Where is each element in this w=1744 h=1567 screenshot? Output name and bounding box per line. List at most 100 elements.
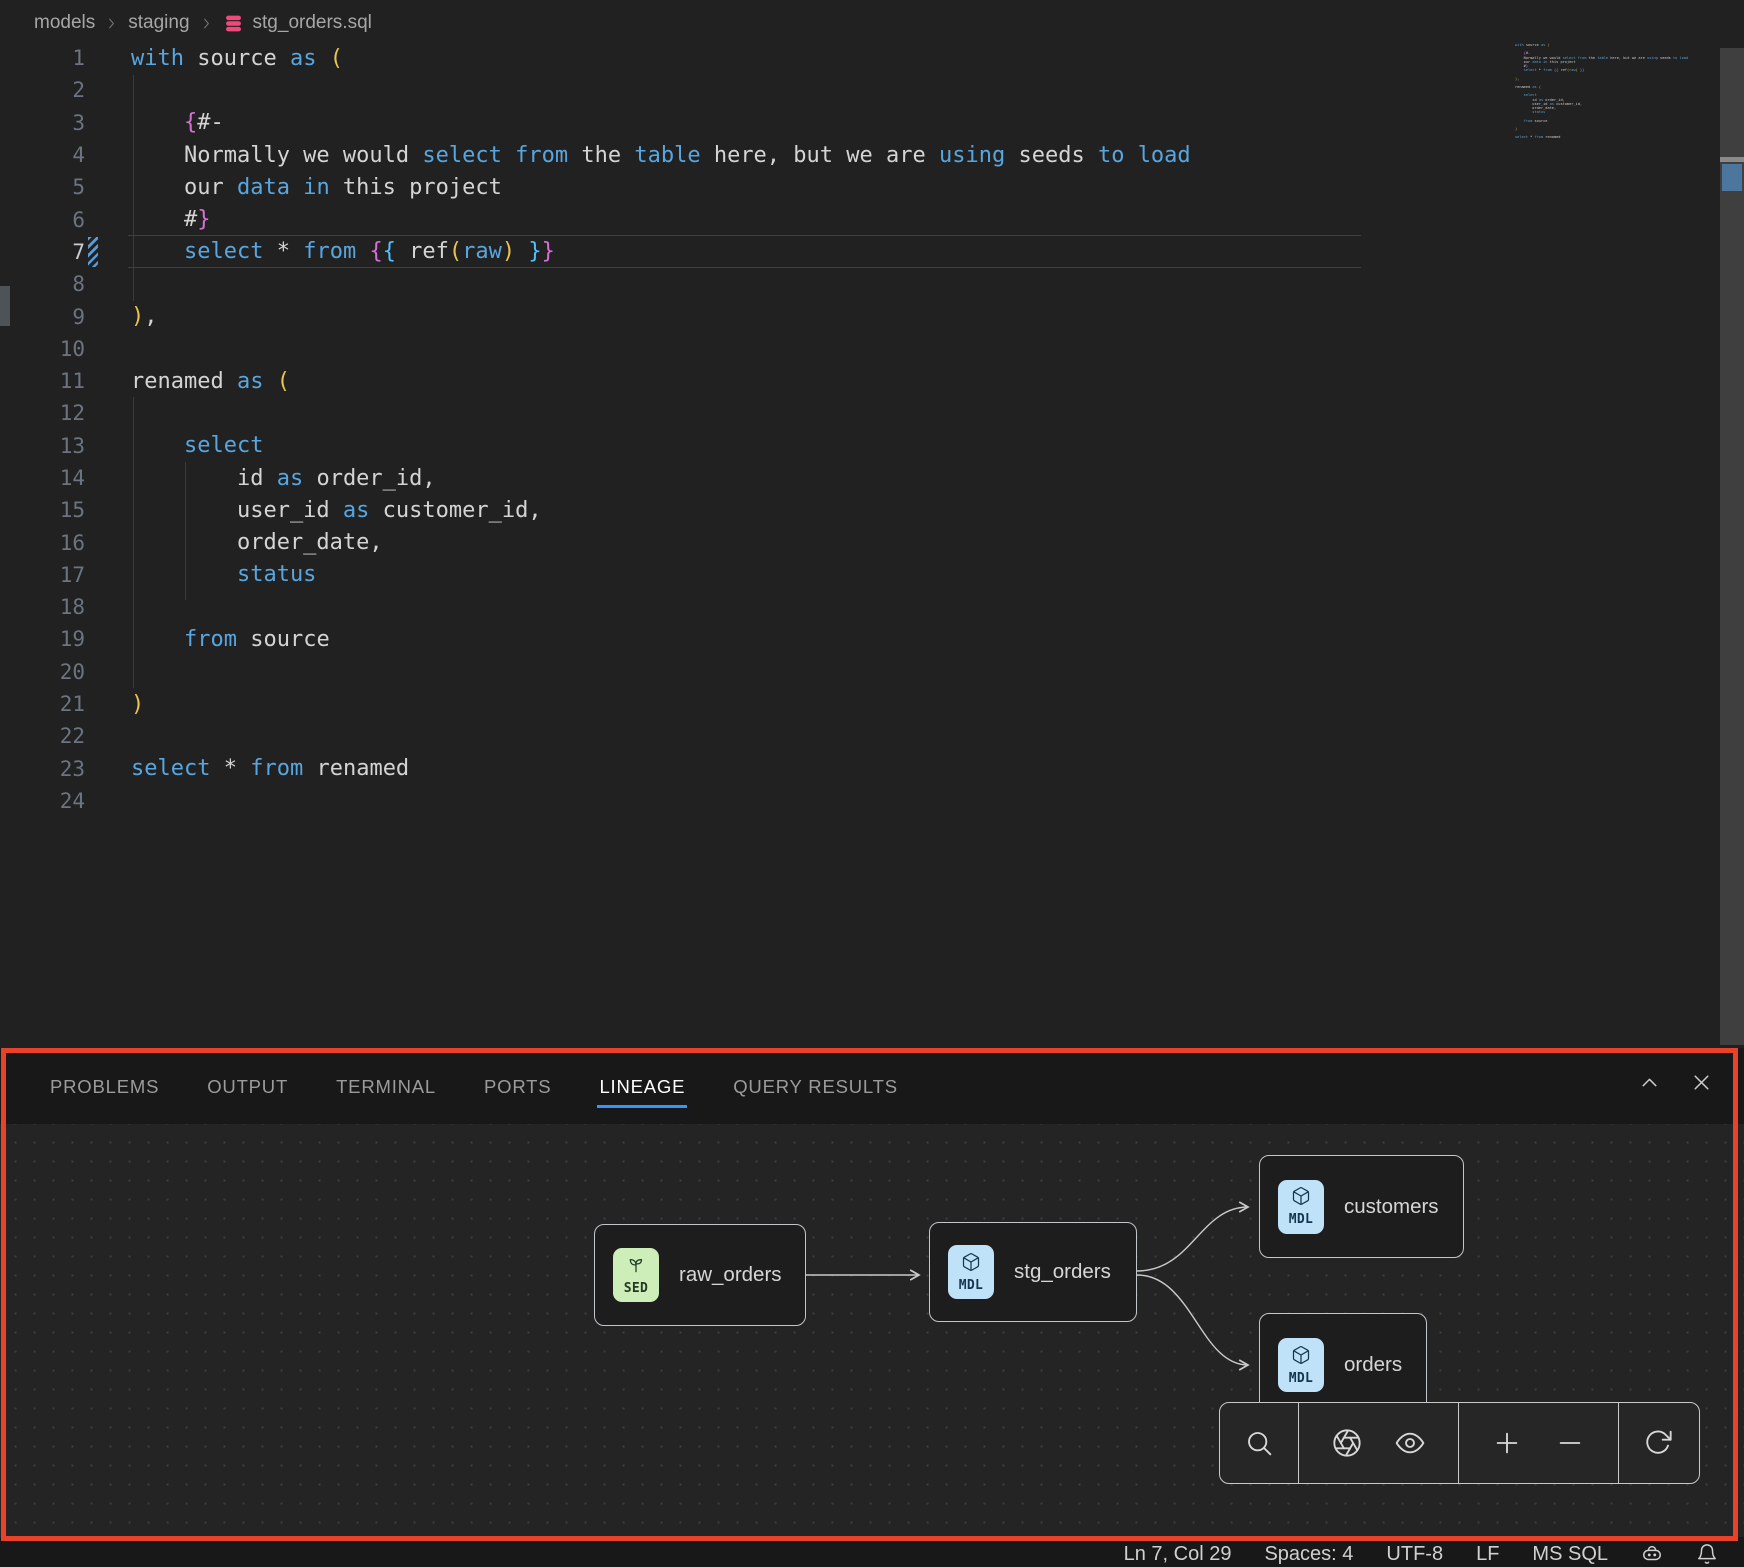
code-line-text: order_date, <box>85 530 383 555</box>
lineage-canvas[interactable]: SEDraw_ordersMDLstg_ordersMDLcustomersMD… <box>0 1124 1744 1537</box>
lineage-node-stg_orders[interactable]: MDL stg_orders <box>929 1222 1137 1322</box>
code-line-text: renamed as ( <box>85 369 290 394</box>
vscode-window: models staging stg_orders.sql 1with sour… <box>0 0 1744 1567</box>
code-line-text: our data in this project <box>85 175 502 200</box>
line-number: 11 <box>0 369 85 393</box>
code-line-1[interactable]: 1with source as ( <box>0 42 1500 74</box>
badge-label: SED <box>624 1281 648 1296</box>
lineage-node-raw_orders[interactable]: SED raw_orders <box>594 1224 806 1326</box>
aperture-icon <box>1331 1447 1363 1462</box>
code-line-20[interactable]: 20 <box>0 656 1500 688</box>
line-number: 23 <box>0 757 85 781</box>
zoom-in-button[interactable] <box>1491 1427 1523 1459</box>
toolbar-group <box>1298 1403 1458 1483</box>
aperture-button[interactable] <box>1331 1427 1363 1459</box>
node-label: raw_orders <box>679 1263 782 1287</box>
tab-lineage[interactable]: LINEAGE <box>597 1068 687 1110</box>
eye-button[interactable] <box>1394 1427 1426 1459</box>
line-number: 12 <box>0 401 85 425</box>
line-number: 13 <box>0 434 85 458</box>
code-line-4[interactable]: 4 Normally we would select from the tabl… <box>0 139 1500 171</box>
line-number: 16 <box>0 531 85 555</box>
bell-icon[interactable] <box>1696 1543 1718 1565</box>
line-number: 19 <box>0 627 85 651</box>
code-line-9[interactable]: 9), <box>0 300 1500 332</box>
code-line-19[interactable]: 19 from source <box>0 623 1500 655</box>
zoom-out-button[interactable] <box>1554 1427 1586 1459</box>
status-spaces-4[interactable]: Spaces: 4 <box>1264 1543 1353 1566</box>
status-lf[interactable]: LF <box>1476 1543 1499 1566</box>
toolbar-group <box>1458 1403 1618 1483</box>
refresh-button[interactable] <box>1642 1427 1674 1459</box>
zoom-in-icon <box>1491 1447 1523 1462</box>
line-number: 5 <box>0 175 85 199</box>
tab-output[interactable]: OUTPUT <box>205 1068 290 1110</box>
code-line-22[interactable]: 22 <box>0 720 1500 752</box>
code-line-7[interactable]: 7 select * from {{ ref(raw) }} <box>0 236 1500 268</box>
editor-scrollbar[interactable] <box>1720 48 1744 1045</box>
status-ms-sql[interactable]: MS SQL <box>1532 1543 1608 1566</box>
line-number: 1 <box>0 46 85 70</box>
zoom-out-icon <box>1554 1447 1586 1462</box>
editor-pane: models staging stg_orders.sql 1with sour… <box>0 0 1744 1048</box>
code-line-6[interactable]: 6 #} <box>0 203 1500 235</box>
code-line-24[interactable]: 24 <box>0 785 1500 817</box>
tab-problems[interactable]: PROBLEMS <box>48 1068 161 1110</box>
line-number: 17 <box>0 563 85 587</box>
code-line-text: ), <box>85 304 158 329</box>
code-line-text: ) <box>85 692 144 717</box>
line-number: 8 <box>0 272 85 296</box>
code-line-11[interactable]: 11renamed as ( <box>0 365 1500 397</box>
tab-ports[interactable]: PORTS <box>482 1068 553 1110</box>
tab-query-results[interactable]: QUERY RESULTS <box>731 1068 900 1110</box>
code-line-text: from source <box>85 627 330 652</box>
code-line-17[interactable]: 17 status <box>0 559 1500 591</box>
line-number: 18 <box>0 595 85 619</box>
code-line-16[interactable]: 16 order_date, <box>0 526 1500 558</box>
model-badge: MDL <box>1278 1338 1324 1392</box>
code-area[interactable]: 1with source as (23 {#-4 Normally we wou… <box>0 42 1500 817</box>
toolbar-group <box>1220 1403 1298 1483</box>
line-number: 20 <box>0 660 85 684</box>
close-icon[interactable] <box>1689 1070 1714 1095</box>
code-line-14[interactable]: 14 id as order_id, <box>0 462 1500 494</box>
code-line-15[interactable]: 15 user_id as customer_id, <box>0 494 1500 526</box>
code-line-5[interactable]: 5 our data in this project <box>0 171 1500 203</box>
minimap[interactable]: with source as ( {#- Normally we would s… <box>1515 43 1688 144</box>
cube-icon <box>1291 1345 1311 1370</box>
breadcrumb: models staging stg_orders.sql <box>34 7 372 39</box>
code-line-text: id as order_id, <box>85 466 436 491</box>
code-line-8[interactable]: 8 <box>0 268 1500 300</box>
lineage-node-customers[interactable]: MDLcustomers <box>1259 1155 1464 1258</box>
overview-ruler-band <box>1720 157 1744 162</box>
code-line-10[interactable]: 10 <box>0 333 1500 365</box>
line-number: 15 <box>0 498 85 522</box>
badge-label: MDL <box>959 1278 983 1293</box>
line-number: 22 <box>0 724 85 748</box>
code-line-23[interactable]: 23select * from renamed <box>0 753 1500 785</box>
database-icon <box>223 13 244 34</box>
node-label: customers <box>1344 1195 1439 1219</box>
badge-label: MDL <box>1289 1371 1313 1386</box>
code-line-3[interactable]: 3 {#- <box>0 107 1500 139</box>
edge-stg_orders-to-customers <box>1137 1207 1248 1271</box>
seedling-icon <box>626 1255 646 1280</box>
code-line-2[interactable]: 2 <box>0 74 1500 106</box>
breadcrumb-file-name[interactable]: stg_orders.sql <box>253 12 372 34</box>
breadcrumb-item-staging[interactable]: staging <box>128 12 189 34</box>
code-line-13[interactable]: 13 select <box>0 430 1500 462</box>
code-line-21[interactable]: 21) <box>0 688 1500 720</box>
chevron-up-icon[interactable] <box>1637 1070 1662 1095</box>
search-button[interactable] <box>1243 1427 1275 1459</box>
status-utf-8[interactable]: UTF-8 <box>1386 1543 1443 1566</box>
code-line-18[interactable]: 18 <box>0 591 1500 623</box>
line-number: 24 <box>0 789 85 813</box>
status-ln-7-col-29[interactable]: Ln 7, Col 29 <box>1124 1543 1232 1566</box>
tab-terminal[interactable]: TERMINAL <box>334 1068 438 1110</box>
line-number: 21 <box>0 692 85 716</box>
breadcrumb-item-models[interactable]: models <box>34 12 95 34</box>
node-label: stg_orders <box>1014 1260 1111 1284</box>
code-line-12[interactable]: 12 <box>0 397 1500 429</box>
copilot-icon[interactable] <box>1641 1543 1663 1565</box>
overview-ruler-modified-marker <box>1722 164 1742 191</box>
